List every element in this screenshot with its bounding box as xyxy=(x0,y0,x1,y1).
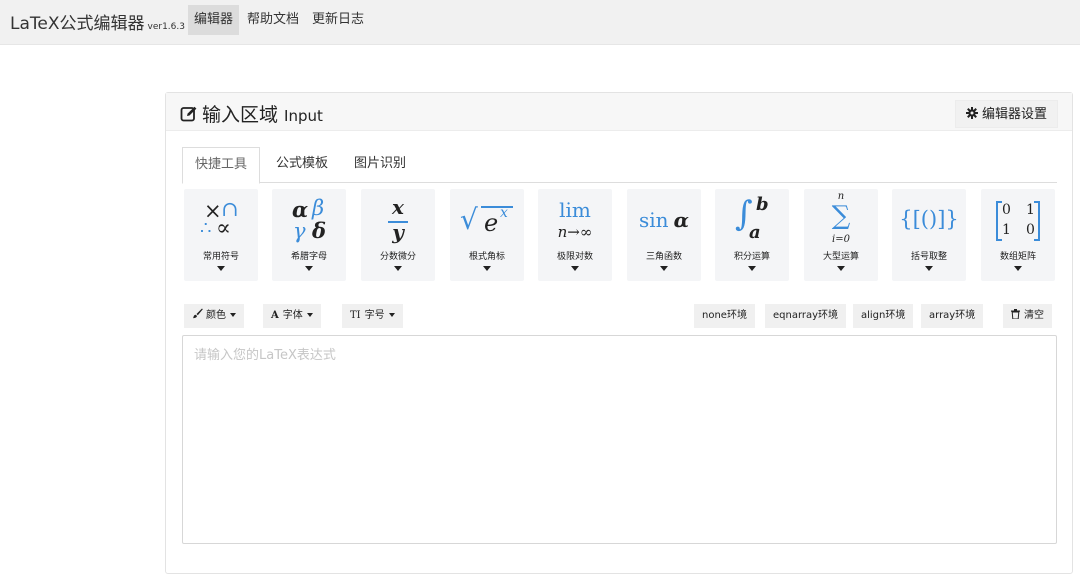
chevron-down-icon xyxy=(305,266,313,271)
chevron-down-icon xyxy=(483,266,491,271)
tool-label: 分数微分 xyxy=(379,252,416,262)
tool-integrals[interactable]: ∫ b a 积分运算 xyxy=(715,189,789,281)
chevron-down-icon xyxy=(217,266,225,271)
font-dropdown[interactable]: A 字体 xyxy=(263,304,321,328)
tool-label: 大型运算 xyxy=(822,252,859,262)
tool-fractions[interactable]: x y 分数微分 xyxy=(361,189,435,281)
tool-limits[interactable]: lim n→∞ 极限对数 xyxy=(538,189,612,281)
align-env-button[interactable]: align环境 xyxy=(853,304,914,328)
brand[interactable]: LaTeX公式编辑器 ver1.6.3 xyxy=(10,9,185,34)
array-env-button[interactable]: array环境 xyxy=(921,304,984,328)
tool-label: 积分运算 xyxy=(733,252,770,262)
tool-label: 极限对数 xyxy=(556,252,593,262)
editor-settings-button[interactable]: 编辑器设置 xyxy=(954,100,1058,128)
tab-image-recognition[interactable]: 图片识别 xyxy=(342,147,418,183)
radical-bar xyxy=(481,206,513,208)
text-height-icon: TI xyxy=(350,310,361,321)
tool-matrix[interactable]: 0 1 1 0 数组矩阵 xyxy=(981,189,1055,281)
integral-icon: ∫ b a xyxy=(735,194,769,243)
nav-item-help-docs[interactable]: 帮助文档 xyxy=(241,5,305,35)
trig-icon: sin α xyxy=(638,208,690,232)
input-panel: 输入区域 Input 编辑器设置 快捷工具 公式模板 图片识别 × ∩ ∴ ∝ … xyxy=(165,92,1073,574)
edit-icon xyxy=(180,106,197,122)
none-env-button[interactable]: none环境 xyxy=(694,304,755,328)
tool-brackets[interactable]: {[()]} 括号取整 xyxy=(892,189,966,281)
limit-icon: lim n→∞ xyxy=(557,198,593,241)
greek-letters-icon: α β γ δ xyxy=(292,196,327,243)
tool-tabs: 快捷工具 公式模板 图片识别 xyxy=(182,147,1057,184)
nav-item-editor[interactable]: 编辑器 xyxy=(188,5,240,35)
font-icon: A xyxy=(271,310,279,321)
gear-icon xyxy=(965,107,978,119)
panel-header: 输入区域 Input 编辑器设置 xyxy=(166,93,1072,131)
top-navbar: LaTeX公式编辑器 ver1.6.3 编辑器 帮助文档 更新日志 xyxy=(0,0,1080,45)
chevron-down-icon xyxy=(660,266,668,271)
common-symbols-icon: × ∩ ∴ ∝ xyxy=(200,197,239,241)
chevron-down-icon xyxy=(837,266,845,271)
tab-formula-templates[interactable]: 公式模板 xyxy=(264,147,340,183)
tool-label: 数组矩阵 xyxy=(999,252,1036,262)
fraction-icon: x y xyxy=(361,193,435,244)
tool-common-symbols[interactable]: × ∩ ∴ ∝ 常用符号 xyxy=(184,189,258,281)
tool-label: 根式角标 xyxy=(468,252,505,262)
nav-item-changelog[interactable]: 更新日志 xyxy=(306,5,370,35)
matrix-icon: 0 1 1 0 xyxy=(981,193,1055,243)
editor-settings-label: 编辑器设置 xyxy=(981,107,1047,122)
tool-label: 希腊字母 xyxy=(290,252,327,262)
brand-title: LaTeX公式编辑器 xyxy=(10,14,145,34)
tool-label: 常用符号 xyxy=(202,252,239,262)
brand-version: ver1.6.3 xyxy=(147,22,185,32)
trash-icon xyxy=(1011,309,1020,320)
latex-input[interactable] xyxy=(182,335,1057,544)
chevron-down-icon xyxy=(571,266,579,271)
tool-trig-functions[interactable]: sin α 三角函数 xyxy=(627,189,701,281)
chevron-down-icon xyxy=(230,313,236,317)
panel-title-text: 输入区域 xyxy=(202,104,279,126)
chevron-down-icon xyxy=(394,266,402,271)
brush-icon xyxy=(193,308,203,319)
font-size-dropdown[interactable]: TI 字号 xyxy=(342,304,403,328)
panel-title-en: Input xyxy=(284,107,323,125)
chevron-down-icon xyxy=(748,266,756,271)
tool-large-operators[interactable]: n ∑ i=0 大型运算 xyxy=(804,189,878,281)
tool-label: 括号取整 xyxy=(910,252,947,262)
chevron-down-icon xyxy=(306,313,313,317)
color-dropdown[interactable]: 颜色 xyxy=(184,304,244,328)
brackets-icon: {[()]} xyxy=(899,207,959,231)
eqnarray-env-button[interactable]: eqnarray环境 xyxy=(765,304,847,328)
tool-greek-letters[interactable]: α β γ δ 希腊字母 xyxy=(272,189,346,281)
sum-icon: n ∑ i=0 xyxy=(831,191,851,245)
radical-icon: √ e x xyxy=(450,193,524,243)
panel-title: 输入区域 Input xyxy=(180,100,323,127)
chevron-down-icon xyxy=(925,266,933,271)
clear-button[interactable]: 清空 xyxy=(1003,304,1052,328)
tool-radicals[interactable]: √ e x 根式角标 xyxy=(450,189,524,281)
tool-label: 三角函数 xyxy=(645,252,682,262)
chevron-down-icon xyxy=(1014,266,1022,271)
chevron-down-icon xyxy=(388,313,395,317)
tab-quick-tools[interactable]: 快捷工具 xyxy=(182,147,261,184)
